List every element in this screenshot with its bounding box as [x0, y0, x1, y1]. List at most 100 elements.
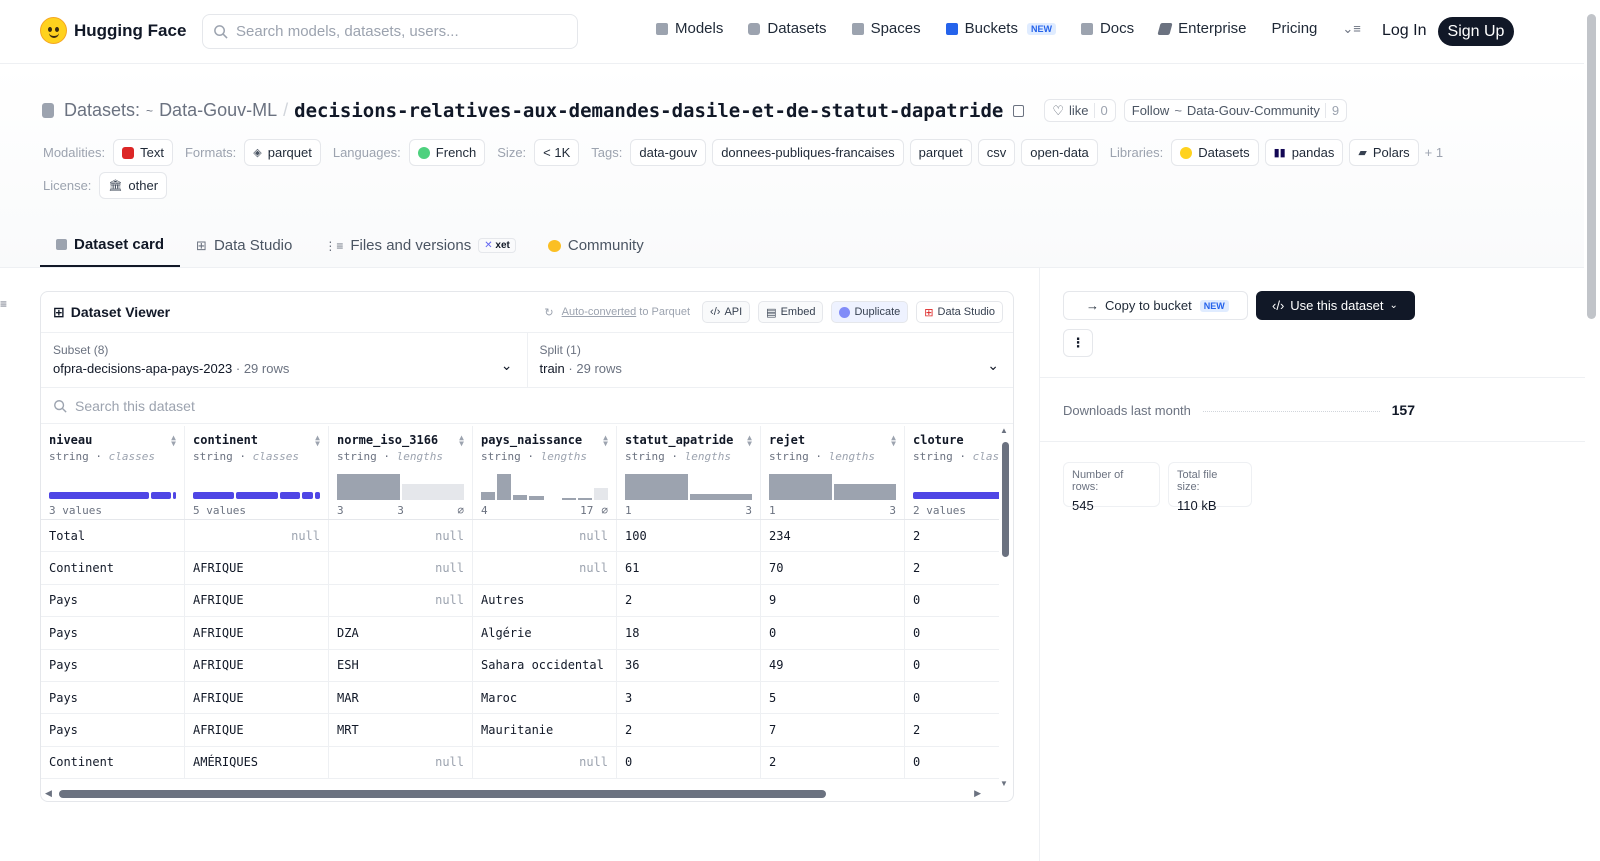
embed-button[interactable]: ▤ Embed	[758, 301, 824, 323]
size-chip[interactable]: < 1K	[534, 139, 580, 166]
sort-icon[interactable]: ▲ ▼	[891, 434, 896, 448]
copy-to-bucket-button[interactable]: → Copy to bucket NEW	[1063, 291, 1248, 320]
column-header[interactable]: statut_apatride string · lengths ▲ ▼ 13	[617, 426, 761, 519]
tag-chip[interactable]: donnees-publiques-francaises	[712, 139, 904, 166]
sort-icon[interactable]: ▲ ▼	[315, 434, 320, 448]
table-body: Total null null null 100 234 2 Continent AFRIQUE…	[41, 520, 999, 780]
table-row[interactable]: Pays AFRIQUE MRT Mauritanie 2 7 2	[41, 714, 999, 747]
sort-icon[interactable]: ▲ ▼	[603, 434, 608, 448]
column-header[interactable]: pays_naissance string · lengths ▲ ▼ 4 17 ⌀	[473, 426, 617, 519]
org-link[interactable]: Data-Gouv-ML	[159, 100, 277, 121]
column-header[interactable]: rejet string · lengths ▲ ▼ 13	[761, 426, 905, 519]
split-value: train	[539, 361, 565, 376]
column-header[interactable]: continent string · classes ▲ ▼ 5 values	[185, 426, 329, 519]
tab-data-studio[interactable]: ⊞ Data Studio	[180, 224, 308, 267]
scroll-right-icon[interactable]: ▶	[974, 788, 981, 799]
like-button[interactable]: ♡ like 0	[1044, 99, 1116, 122]
global-search-input[interactable]	[236, 23, 556, 40]
subset-select[interactable]: Subset (8) ofpra-decisions-apa-pays-2023…	[41, 333, 527, 387]
scroll-thumb[interactable]	[59, 790, 826, 798]
split-select[interactable]: Split (1) train · 29 rows ⌄	[526, 333, 1014, 387]
nav-enterprise-label: Enterprise	[1178, 20, 1247, 37]
classes-bar[interactable]	[49, 492, 176, 499]
table-row[interactable]: Pays AFRIQUE null Autres 2 9 0	[41, 584, 999, 618]
page-scrollbar-thumb[interactable]	[1587, 14, 1596, 319]
tab-dataset-card[interactable]: Dataset card	[40, 224, 181, 267]
scroll-up-icon[interactable]: ▲	[1000, 426, 1008, 435]
follow-button[interactable]: Follow ~ Data-Gouv-Community 9	[1123, 99, 1348, 122]
table-row[interactable]: Total null null null 100 234 2	[41, 520, 999, 553]
nav-models[interactable]: Models	[656, 20, 723, 37]
new-badge: NEW	[1199, 299, 1229, 312]
tag-chip[interactable]: data-gouv	[630, 139, 707, 166]
sort-icon[interactable]: ▲ ▼	[171, 434, 176, 448]
hf-logo[interactable]: Hugging Face	[40, 17, 186, 44]
lengths-histogram[interactable]	[337, 474, 464, 500]
column-header[interactable]: niveau string · classes ▲ ▼ 3 values	[41, 426, 185, 519]
classes-bar[interactable]	[193, 492, 320, 499]
lengths-histogram[interactable]	[625, 474, 752, 500]
more-menu-button[interactable]: ⌄≡	[1342, 21, 1360, 37]
formats-label: Formats:	[184, 145, 237, 160]
library-chip-datasets[interactable]: Datasets	[1171, 139, 1259, 166]
auto-converted-link[interactable]: Auto-converted	[562, 306, 637, 318]
lengths-histogram[interactable]	[481, 474, 608, 500]
use-dataset-label: Use this dataset	[1290, 298, 1384, 313]
table-cell: AMÉRIQUES	[185, 746, 329, 779]
table-row[interactable]: Pays AFRIQUE DZA Algérie 18 0 0	[41, 617, 999, 650]
dataset-search-input[interactable]	[75, 397, 475, 414]
more-options-button[interactable]: ⋮	[1063, 329, 1093, 357]
table-cell: 5	[761, 681, 905, 714]
format-chip[interactable]: ◈ parquet	[244, 139, 321, 166]
duplicate-button[interactable]: Duplicate	[831, 301, 909, 323]
section-label[interactable]: Datasets:	[64, 100, 140, 121]
nav-spaces[interactable]: Spaces	[851, 20, 921, 37]
login-link[interactable]: Log In	[1382, 22, 1426, 40]
nav-buckets[interactable]: Buckets NEW	[945, 20, 1056, 37]
tab-community[interactable]: Community	[532, 224, 660, 267]
tab-files-and-versions[interactable]: ⋮≡ Files and versions ✕ xet	[308, 224, 532, 267]
scroll-thumb[interactable]	[1002, 442, 1009, 557]
column-header[interactable]: cloture string · classes 2 values	[905, 426, 999, 519]
nav-docs[interactable]: Docs	[1080, 20, 1134, 37]
signup-button[interactable]: Sign Up	[1438, 17, 1514, 46]
table-row[interactable]: Pays AFRIQUE MAR Maroc 3 5 0	[41, 681, 999, 715]
column-header[interactable]: norme_iso_3166 string · lengths ▲ ▼ 3 3 ⌀	[329, 426, 473, 519]
sort-icon[interactable]: ▲ ▼	[747, 434, 752, 448]
global-search[interactable]	[202, 14, 578, 49]
libraries-more[interactable]: + 1	[1425, 145, 1443, 160]
modality-chip[interactable]: Text	[113, 139, 173, 166]
tab-label: Data Studio	[213, 237, 293, 254]
toc-toggle-icon[interactable]: ≡	[0, 297, 7, 311]
data-studio-button[interactable]: ⊞ Data Studio	[916, 301, 1003, 323]
library-chip-polars[interactable]: ▰ Polars	[1349, 139, 1419, 166]
column-stat: 17	[580, 504, 594, 517]
sort-icon[interactable]: ▲ ▼	[459, 434, 464, 448]
copy-icon[interactable]	[1013, 104, 1025, 117]
tag-chip[interactable]: open-data	[1021, 139, 1098, 166]
lengths-histogram[interactable]	[769, 474, 896, 500]
classes-bar[interactable]	[913, 492, 999, 499]
license-chip[interactable]: 🏛 other	[99, 172, 168, 199]
table-vertical-scrollbar[interactable]: ▲ ▼	[999, 426, 1011, 788]
scroll-left-icon[interactable]: ◀	[45, 788, 52, 799]
tag-chip[interactable]: csv	[977, 139, 1016, 166]
table-horizontal-scrollbar[interactable]: ◀ ▶	[41, 787, 999, 801]
language-chip[interactable]: French	[408, 139, 486, 166]
license-label: License:	[43, 178, 92, 193]
table-row[interactable]: Continent AMÉRIQUES null null 0 2 0	[41, 746, 999, 780]
library-chip-pandas[interactable]: ▮▮ pandas	[1264, 139, 1344, 166]
use-this-dataset-button[interactable]: ‹/› Use this dataset ⌄	[1256, 291, 1415, 320]
nav-pricing[interactable]: Pricing	[1272, 20, 1318, 37]
modalities-label: Modalities:	[43, 145, 106, 160]
repo-name[interactable]: decisions-relatives-aux-demandes-dasile-…	[294, 100, 1003, 122]
table-row[interactable]: Pays AFRIQUE ESH Sahara occidental 36 49 0	[41, 649, 999, 682]
column-kind: classes	[252, 450, 299, 463]
table-row[interactable]: Continent AFRIQUE null null 61 70 2	[41, 552, 999, 585]
nav-datasets[interactable]: Datasets	[748, 20, 827, 37]
tag-chip[interactable]: parquet	[909, 139, 972, 166]
nav-enterprise[interactable]: Enterprise	[1157, 20, 1247, 37]
api-button[interactable]: ‹/› API	[702, 301, 751, 323]
dataset-search[interactable]	[41, 388, 1013, 424]
scroll-down-icon[interactable]: ▼	[1000, 779, 1008, 788]
